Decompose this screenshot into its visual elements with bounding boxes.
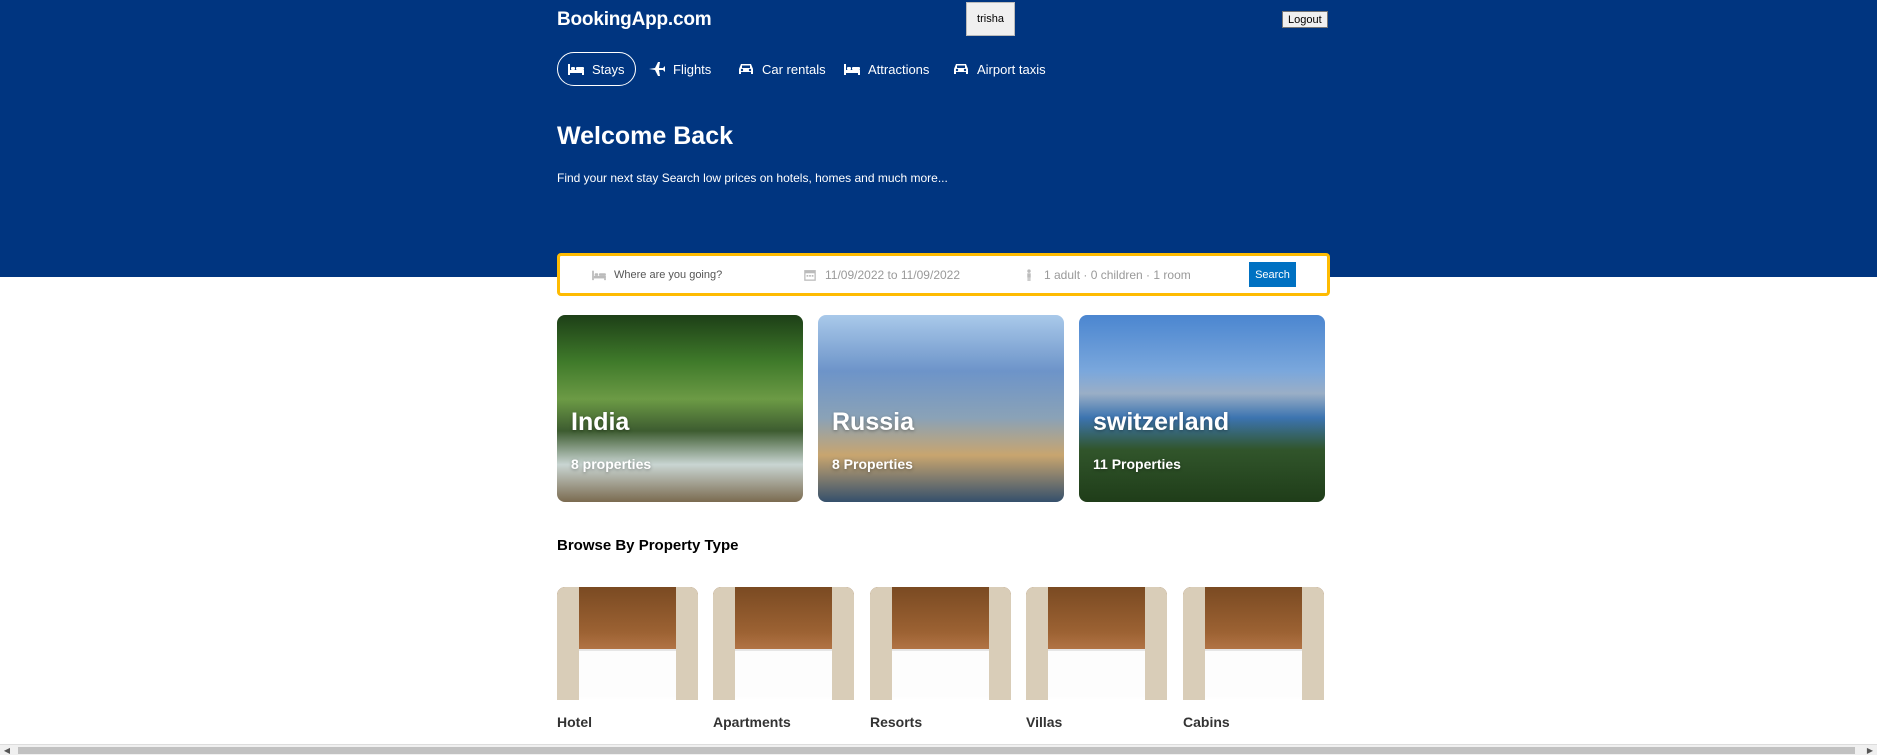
car-icon (739, 64, 753, 74)
property-type-name: Cabins (1183, 714, 1230, 730)
tab-label: Stays (592, 61, 625, 77)
featured-card-switzerland[interactable]: switzerland 11 Properties (1079, 315, 1325, 502)
search-button[interactable]: Search (1249, 262, 1296, 287)
property-type-resorts[interactable]: Resorts (870, 587, 1011, 730)
featured-count: 8 properties (571, 456, 652, 472)
property-type-name: Apartments (713, 714, 791, 730)
featured-destinations: India 8 properties Russia 8 Properties s… (557, 315, 1325, 502)
tab-stays[interactable]: Stays (557, 52, 636, 86)
destination-input[interactable] (614, 268, 764, 281)
scroll-left-icon[interactable]: ◀ (2, 745, 12, 755)
property-type-name: Resorts (870, 714, 923, 730)
tab-label: Flights (673, 61, 712, 77)
tab-label: Car rentals (762, 61, 826, 77)
featured-count: 11 Properties (1093, 456, 1181, 472)
taxi-icon (954, 64, 968, 74)
property-type-image (557, 587, 698, 700)
horizontal-scrollbar[interactable]: ◀ ▶ (0, 744, 1877, 755)
guests-text: 1 adult · 0 children · 1 room (1044, 267, 1191, 282)
header-tabs: Stays Flights Car rentals Attractions Ai… (557, 52, 1325, 86)
featured-count: 8 Properties (832, 456, 913, 472)
tab-attractions[interactable]: Attractions (836, 52, 937, 86)
navbar: BookingApp.com trisha Logout (557, 0, 1328, 40)
featured-city: India (571, 408, 630, 436)
property-type-name: Villas (1026, 714, 1063, 730)
hero: Welcome Back Find your next stay Search … (557, 122, 1325, 185)
property-type-hotel[interactable]: Hotel (557, 587, 698, 730)
scroll-right-icon[interactable]: ▶ (1865, 745, 1875, 755)
destination-field[interactable] (592, 256, 764, 293)
page-title: Welcome Back (557, 122, 734, 150)
tab-flights[interactable]: Flights (641, 52, 719, 86)
tab-label: Airport taxis (977, 61, 1046, 77)
tab-airport-taxis[interactable]: Airport taxis (945, 52, 1054, 86)
tab-car-rentals[interactable]: Car rentals (730, 52, 834, 86)
bed-icon (592, 270, 606, 280)
property-types-list: Hotel Apartments Resorts Villas Cabins (557, 587, 1325, 733)
person-icon (1027, 268, 1031, 281)
user-button[interactable]: trisha (966, 2, 1015, 36)
featured-city: Russia (832, 408, 914, 436)
calendar-icon (804, 269, 816, 281)
bed-icon (844, 64, 860, 75)
date-picker[interactable]: 11/09/2022 to 11/09/2022 (803, 256, 960, 293)
date-range-text: 11/09/2022 to 11/09/2022 (825, 267, 961, 282)
property-type-image (1183, 587, 1324, 700)
bed-icon (568, 64, 584, 75)
hero-subtitle: Find your next stay Search low prices on… (557, 171, 948, 185)
property-type-image (1026, 587, 1167, 700)
property-type-image (713, 587, 854, 700)
section-title: Browse By Property Type (557, 537, 739, 554)
logo[interactable]: BookingApp.com (557, 9, 712, 31)
tab-label: Attractions (868, 61, 930, 77)
logout-button[interactable]: Logout (1282, 11, 1328, 28)
property-type-villas[interactable]: Villas (1026, 587, 1167, 730)
plane-icon (649, 62, 665, 76)
featured-city: switzerland (1093, 408, 1230, 436)
property-type-apartments[interactable]: Apartments (713, 587, 854, 730)
property-type-image (870, 587, 1011, 700)
scrollbar-thumb[interactable] (18, 747, 1855, 754)
header-banner: BookingApp.com trisha Logout Stays Fligh… (0, 0, 1877, 277)
featured-card-russia[interactable]: Russia 8 Properties (818, 315, 1064, 502)
property-type-name: Hotel (557, 714, 592, 730)
guests-field[interactable]: 1 adult · 0 children · 1 room (1022, 256, 1191, 293)
property-type-cabins[interactable]: Cabins (1183, 587, 1324, 730)
search-bar: 11/09/2022 to 11/09/2022 1 adult · 0 chi… (557, 253, 1330, 296)
featured-card-india[interactable]: India 8 properties (557, 315, 803, 502)
